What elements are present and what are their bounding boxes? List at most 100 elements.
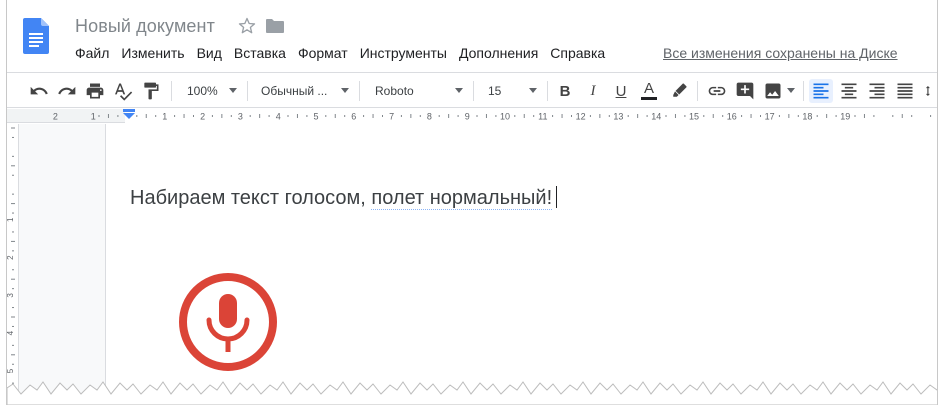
menu-help[interactable]: Справка [550,45,605,61]
document-body-text[interactable]: Набираем текст голосом, полет нормальный… [130,186,558,210]
text-segment: Набираем текст голосом, [130,187,372,209]
ruler-label: 9 [465,112,470,122]
ruler-label: 13 [613,112,623,122]
underline-label: U [615,82,627,100]
align-justify-icon [897,83,913,99]
text-color-label: A [643,80,654,97]
ruler-label: 3 [238,112,243,122]
ruler-label: 10 [500,112,510,122]
ruler-label: 6 [351,112,356,122]
header: Новый документ Файл Изменить Вид Вставка… [7,0,937,70]
document-page[interactable]: Набираем текст голосом, полет нормальный… [105,124,937,405]
ruler-label: 12 [576,112,586,122]
highlight-pen-icon [673,83,687,97]
menu-tools[interactable]: Инструменты [360,45,447,61]
align-center-button[interactable] [837,79,861,103]
document-title[interactable]: Новый документ [75,16,215,37]
bold-label: B [559,82,571,100]
chevron-down-icon [341,88,349,93]
chevron-down-icon [455,88,463,93]
highlight-button[interactable] [667,79,691,103]
menu-edit[interactable]: Изменить [121,45,184,61]
undo-button[interactable] [27,79,51,103]
underline-button[interactable]: U [609,79,633,103]
spellcheck-icon [115,83,133,101]
text-segment-suggestion: полет нормальный! [371,187,553,210]
toolbar-divider [359,81,360,101]
toolbar-divider [697,81,698,101]
ruler-label: 7 [389,112,394,122]
toolbar: 100% Обычный ... Roboto 15 B I U A [7,72,937,108]
menu-addons[interactable]: Дополнения [459,45,538,61]
google-docs-icon[interactable] [23,18,49,54]
menu-bar: Файл Изменить Вид Вставка Формат Инструм… [75,45,617,61]
ruler-label: 5 [313,112,318,122]
insert-image-button[interactable] [761,79,785,103]
toolbar-divider [171,81,172,101]
ruler-label: 8 [427,112,432,122]
align-left-button[interactable] [809,79,833,103]
font-size-select[interactable]: 15 [488,81,518,101]
menu-format[interactable]: Формат [298,45,348,61]
insert-link-button[interactable] [705,79,729,103]
ruler-label: 4 [276,112,281,122]
italic-button[interactable]: I [581,79,605,103]
chevron-down-icon [529,88,537,93]
ruler-label: 2 [53,112,58,122]
ruler-label: 1 [91,112,96,122]
spellcheck-button[interactable] [111,79,135,103]
menu-file[interactable]: Файл [75,45,109,61]
add-comment-icon [736,82,754,100]
ruler-ticks: 2 1 1 2 3 4 5 6 7 8 9 10 11 12 13 14 15 16 17 18 19 [53,112,932,122]
text-color-button[interactable]: A [637,79,661,103]
align-justify-button[interactable] [893,79,917,103]
ruler-label: 16 [727,112,737,122]
save-status-link[interactable]: Все изменения сохранены на Диске [663,45,898,61]
paint-format-button[interactable] [139,79,163,103]
print-icon [86,83,104,99]
folder-icon[interactable] [266,18,284,34]
align-left-icon [813,83,829,99]
horizontal-ruler[interactable]: 2 1 1 2 3 4 5 6 7 8 9 10 11 12 13 14 15 16 17 18 19 [7,109,937,123]
redo-button[interactable] [55,79,79,103]
bold-button[interactable]: B [553,79,577,103]
image-icon [765,83,781,99]
line-spacing-icon [925,86,930,96]
toolbar-divider [247,81,248,101]
microphone-icon[interactable] [178,272,278,372]
insert-comment-button[interactable] [733,79,757,103]
ruler-label: 3 [7,293,15,298]
menu-insert[interactable]: Вставка [234,45,286,61]
italic-label: I [590,82,596,99]
align-right-button[interactable] [865,79,889,103]
style-select[interactable]: Обычный ... [261,81,341,101]
menu-view[interactable]: Вид [197,45,222,61]
chevron-down-icon [787,88,795,93]
print-button[interactable] [83,79,107,103]
chevron-down-icon [229,88,237,93]
ruler-label: 2 [200,112,205,122]
toolbar-divider [473,81,474,101]
app-window: Новый документ Файл Изменить Вид Вставка… [6,0,938,405]
toolbar-divider [547,81,548,101]
ruler-label: 17 [765,112,775,122]
document-canvas: 1 2 3 4 5 Набираем текст голосом, полет норм… [7,124,937,405]
ruler-label: 1 [162,112,167,122]
ruler-label: 19 [840,112,850,122]
link-icon [708,86,726,96]
line-spacing-button[interactable] [925,79,937,103]
ruler-label: 15 [689,112,699,122]
paint-format-icon [144,82,159,100]
ruler-label: 5 [7,368,15,373]
toolbar-divider [803,81,804,101]
redo-icon [58,86,76,95]
ruler-label: 11 [538,112,547,122]
undo-icon [30,86,48,95]
star-icon[interactable] [237,16,257,36]
text-color-swatch [641,97,657,100]
vertical-ruler[interactable]: 1 2 3 4 5 [7,124,19,405]
vertical-ruler-ticks: 1 2 3 4 5 [7,127,15,403]
text-cursor [556,186,558,208]
font-select[interactable]: Roboto [375,81,455,101]
indent-marker-icon[interactable] [123,109,135,119]
